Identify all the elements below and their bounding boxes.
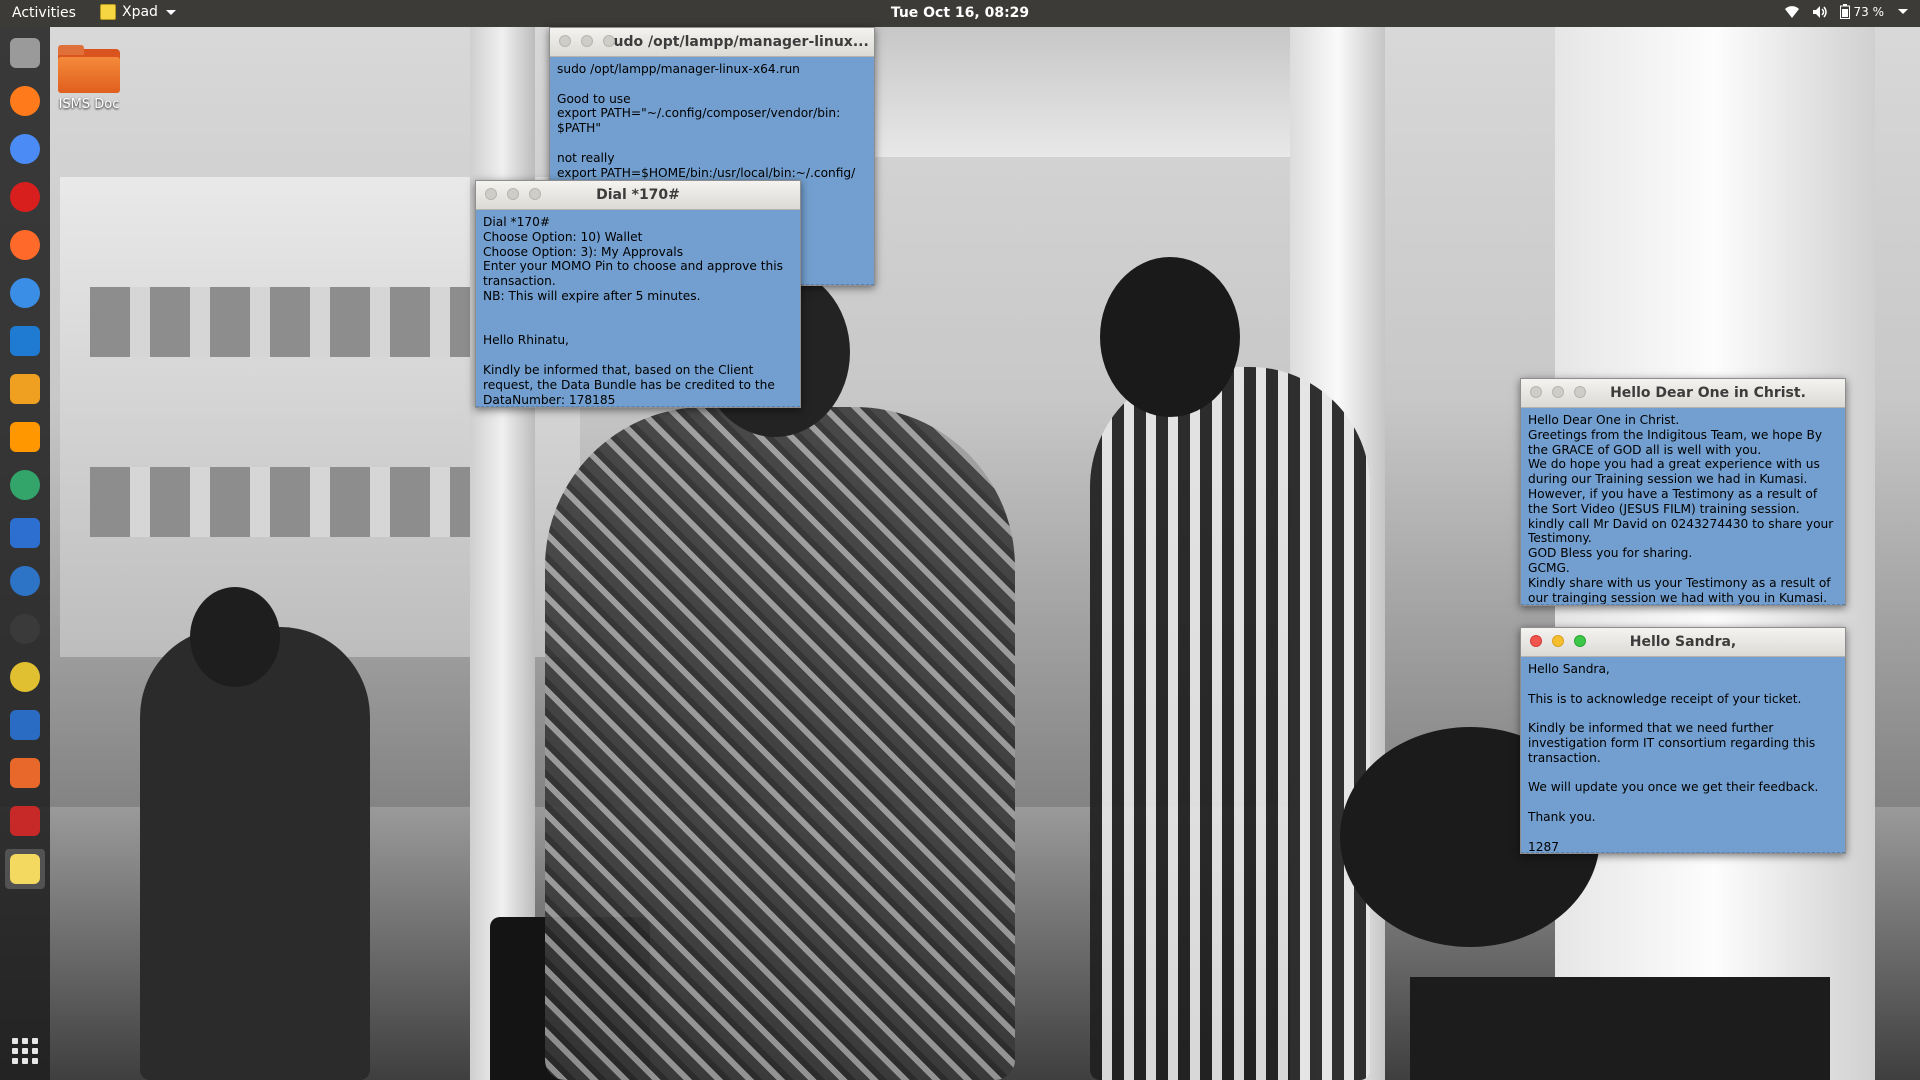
dock-item-brave-compass[interactable] bbox=[5, 225, 45, 265]
rhythmbox-icon bbox=[10, 662, 40, 692]
note-text-area[interactable]: Hello Dear One in Christ. Greetings from… bbox=[1521, 408, 1845, 605]
note-title: Hello Sandra, bbox=[1629, 634, 1737, 650]
dock-item-opera[interactable] bbox=[5, 177, 45, 217]
note-window-dear-one[interactable]: Hello Dear One in Christ. Hello Dear One… bbox=[1520, 378, 1846, 606]
note-text-area[interactable]: Dial *170# Choose Option: 10) Wallet Cho… bbox=[476, 210, 800, 407]
xpad-app-icon bbox=[100, 4, 116, 20]
minimize-icon[interactable] bbox=[1552, 635, 1564, 647]
folder-icon bbox=[58, 45, 120, 93]
dock-item-inkscape[interactable] bbox=[5, 609, 45, 649]
desktop-folder-label: ISMS Doc bbox=[58, 97, 120, 112]
dock-item-remmina[interactable] bbox=[5, 273, 45, 313]
dock-item-libreoffice-writer[interactable] bbox=[5, 705, 45, 745]
apps-grid-dot bbox=[12, 1048, 18, 1054]
chrome-icon bbox=[10, 134, 40, 164]
note-titlebar[interactable]: Dial *170# bbox=[476, 181, 800, 210]
dock-item-chrome[interactable] bbox=[5, 129, 45, 169]
dock-item-thunderbird[interactable] bbox=[5, 561, 45, 601]
libreoffice-writer-icon bbox=[10, 710, 40, 740]
note-title: Dial *170# bbox=[596, 187, 680, 203]
system-monitor-icon bbox=[10, 518, 40, 548]
note-window-dial[interactable]: Dial *170# Dial *170# Choose Option: 10)… bbox=[475, 180, 801, 408]
inkscape-icon bbox=[10, 614, 40, 644]
chevron-down-icon bbox=[165, 9, 176, 15]
maximize-icon[interactable] bbox=[603, 35, 615, 47]
files-icon bbox=[10, 38, 40, 68]
wallpaper-person-head bbox=[1100, 257, 1240, 417]
note-titlebar[interactable]: Hello Sandra, bbox=[1521, 628, 1845, 657]
screen-recorder-icon bbox=[10, 806, 40, 836]
close-icon[interactable] bbox=[559, 35, 571, 47]
dock-item-layers-app[interactable] bbox=[5, 369, 45, 409]
dock-item-firefox[interactable] bbox=[5, 81, 45, 121]
opera-icon bbox=[10, 182, 40, 212]
maximize-icon[interactable] bbox=[1574, 635, 1586, 647]
close-icon[interactable] bbox=[485, 188, 497, 200]
dock-item-software-center[interactable] bbox=[5, 753, 45, 793]
wallpaper-printer bbox=[1410, 977, 1830, 1080]
sublime-text-icon bbox=[10, 422, 40, 452]
apps-grid-dot bbox=[22, 1038, 28, 1044]
volume-icon bbox=[1812, 5, 1827, 18]
layers-app-icon bbox=[10, 374, 40, 404]
apps-grid-dot bbox=[22, 1058, 28, 1064]
wallpaper-person bbox=[140, 627, 370, 1080]
apps-grid-dot bbox=[32, 1048, 38, 1054]
clock-button[interactable]: Tue Oct 16, 08:29 bbox=[891, 5, 1029, 21]
dock-item-rhythmbox[interactable] bbox=[5, 657, 45, 697]
dock-item-screen-recorder[interactable] bbox=[5, 801, 45, 841]
software-center-icon bbox=[10, 758, 40, 788]
note-title: Hello Dear One in Christ. bbox=[1610, 385, 1806, 401]
apps-grid-dot bbox=[32, 1058, 38, 1064]
brave-compass-icon bbox=[10, 230, 40, 260]
battery-percentage: 73 % bbox=[1853, 4, 1885, 19]
apps-grid-dot bbox=[32, 1038, 38, 1044]
thunderbird-icon bbox=[10, 566, 40, 596]
wallpaper-building-windows bbox=[90, 467, 530, 537]
apps-grid-dot bbox=[12, 1038, 18, 1044]
apps-grid-dot bbox=[12, 1058, 18, 1064]
wallpaper-person bbox=[1090, 367, 1370, 1080]
note-titlebar[interactable]: Hello Dear One in Christ. bbox=[1521, 379, 1845, 408]
minimize-icon[interactable] bbox=[507, 188, 519, 200]
minimize-icon[interactable] bbox=[581, 35, 593, 47]
app-menu[interactable]: Xpad bbox=[100, 4, 176, 20]
note-titlebar[interactable]: sudo /opt/lampp/manager-linux... bbox=[550, 28, 874, 57]
dock-item-network-app[interactable] bbox=[5, 465, 45, 505]
app-menu-label: Xpad bbox=[122, 4, 158, 20]
minimize-icon[interactable] bbox=[1552, 386, 1564, 398]
dock-item-files[interactable] bbox=[5, 33, 45, 73]
desktop-folder-isms-doc[interactable]: ISMS Doc bbox=[55, 45, 123, 112]
maximize-icon[interactable] bbox=[529, 188, 541, 200]
clock-area: Tue Oct 16, 08:29 bbox=[0, 5, 1920, 21]
wallpaper-person-head bbox=[190, 587, 280, 687]
xpad-icon bbox=[10, 854, 40, 884]
top-panel: Activities Xpad Tue Oct 16, 08:29 73 % bbox=[0, 0, 1920, 27]
activities-button[interactable]: Activities bbox=[12, 5, 76, 21]
wifi-icon bbox=[1784, 5, 1799, 18]
launcher-dock bbox=[0, 27, 50, 1080]
dock-item-sublime-text[interactable] bbox=[5, 417, 45, 457]
dock-item-xpad[interactable] bbox=[5, 849, 45, 889]
network-app-icon bbox=[10, 470, 40, 500]
system-tray[interactable]: 73 % bbox=[1784, 4, 1908, 19]
maximize-icon[interactable] bbox=[1574, 386, 1586, 398]
apps-grid-dot bbox=[22, 1048, 28, 1054]
firefox-icon bbox=[10, 86, 40, 116]
wallpaper-building-windows bbox=[90, 287, 530, 357]
remmina-icon bbox=[10, 278, 40, 308]
show-applications-icon[interactable] bbox=[12, 1038, 38, 1064]
close-icon[interactable] bbox=[1530, 386, 1542, 398]
dock-item-system-monitor[interactable] bbox=[5, 513, 45, 553]
note-text-area[interactable]: Hello Sandra, This is to acknowledge rec… bbox=[1521, 657, 1845, 853]
battery-icon bbox=[1839, 4, 1850, 19]
vscode-icon bbox=[10, 326, 40, 356]
close-icon[interactable] bbox=[1530, 635, 1542, 647]
note-window-sandra[interactable]: Hello Sandra, Hello Sandra, This is to a… bbox=[1520, 627, 1846, 854]
dock-item-vscode[interactable] bbox=[5, 321, 45, 361]
wallpaper-person bbox=[545, 407, 1015, 1080]
system-menu-caret-icon bbox=[1898, 9, 1908, 14]
